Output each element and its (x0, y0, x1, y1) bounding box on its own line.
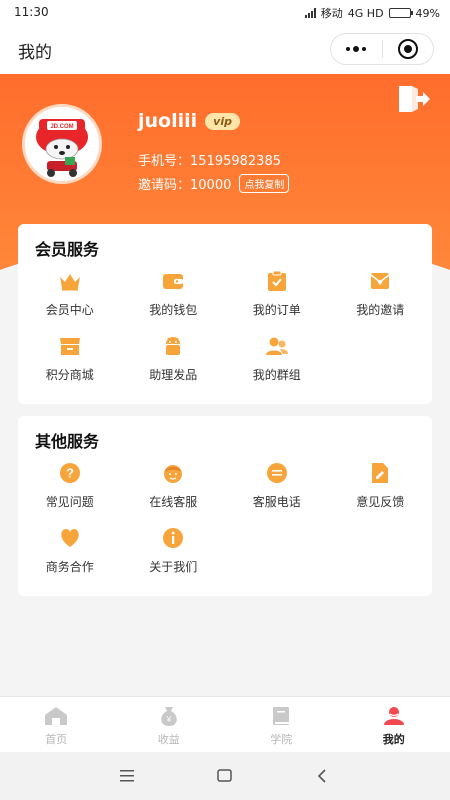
other-services-card: 其他服务 ? 常见问题 在线客服 客服电话 意见反馈 商务合作 关于我们 (18, 416, 432, 596)
jd-mascot-avatar-icon: JD.COM (25, 107, 99, 181)
phone-number: 手机号：15195982385 (138, 154, 281, 169)
system-nav-bar (0, 752, 450, 800)
member-center-item[interactable]: 会员中心 (18, 269, 122, 318)
phone-support-item[interactable]: 客服电话 (225, 461, 329, 510)
about-us-item[interactable]: 关于我们 (122, 526, 226, 575)
svg-text:?: ? (66, 466, 74, 481)
logout-icon (399, 86, 430, 112)
item-label: 常见问题 (45, 495, 94, 509)
back-chevron-icon (317, 769, 326, 783)
recent-apps-button[interactable] (113, 761, 143, 791)
vip-badge: vip (205, 112, 240, 130)
assistant-publish-item[interactable]: 助理发品 (122, 334, 226, 383)
svg-text:¥: ¥ (166, 715, 172, 724)
item-label: 我的订单 (252, 303, 301, 317)
business-cooperation-item[interactable]: 商务合作 (18, 526, 122, 575)
logout-button[interactable] (396, 84, 430, 114)
other-services-grid: ? 常见问题 在线客服 客服电话 意见反馈 商务合作 关于我们 (18, 461, 432, 575)
avatar[interactable]: JD.COM (22, 104, 102, 184)
question-icon: ? (58, 461, 82, 485)
item-label: 助理发品 (149, 368, 198, 382)
item-label: 我的邀请 (356, 303, 405, 317)
battery-icon (388, 8, 413, 18)
wallet-icon (161, 269, 185, 293)
status-bar: 11:30 移动 4G HD 49% (0, 0, 450, 24)
home-icon (45, 707, 68, 725)
battery-label: 49% (415, 6, 440, 20)
miniprogram-capsule (330, 33, 434, 65)
item-label: 客服电话 (252, 495, 301, 509)
my-groups-item[interactable]: 我的群组 (225, 334, 329, 383)
tab-label: 首页 (45, 733, 68, 746)
tab-label: 收益 (157, 733, 180, 746)
more-dots-icon (346, 46, 367, 52)
bottom-tab-bar: 首页 ¥ 收益 学院 我的 (0, 696, 450, 752)
tab-label: 学院 (270, 733, 293, 746)
status-right: 移动 4G HD 49% (304, 5, 440, 21)
online-support-item[interactable]: 在线客服 (122, 461, 226, 510)
orders-item[interactable]: 我的订单 (225, 269, 329, 318)
title-bar: 我的 (0, 24, 450, 74)
support-face-icon (161, 461, 185, 485)
book-icon (273, 707, 290, 725)
carrier-label: 移动 (320, 7, 343, 20)
page-title: 我的 (18, 43, 52, 63)
store-icon (58, 334, 82, 358)
square-icon (217, 769, 232, 782)
signal-icon (304, 8, 316, 18)
feedback-item[interactable]: 意见反馈 (329, 461, 433, 510)
order-icon (265, 269, 289, 293)
tab-label: 我的 (382, 733, 405, 746)
menu-lines-icon (120, 770, 135, 782)
back-system-button[interactable] (307, 761, 337, 791)
heart-icon (58, 526, 82, 550)
user-icon (383, 707, 404, 725)
close-miniprogram-button[interactable] (383, 34, 434, 64)
member-services-card: 会员服务 会员中心 我的钱包 我的订单 我的邀请 积分商城 助理发品 我的群组 (18, 224, 432, 404)
item-label: 在线客服 (149, 495, 198, 509)
target-icon (397, 39, 418, 59)
item-label: 积分商城 (45, 368, 94, 382)
wallet-item[interactable]: 我的钱包 (122, 269, 226, 318)
invite-mail-icon (368, 269, 392, 293)
tab-home[interactable]: 首页 (0, 697, 113, 752)
tab-earnings[interactable]: ¥ 收益 (113, 697, 226, 752)
tab-academy[interactable]: 学院 (225, 697, 338, 752)
item-label: 我的钱包 (149, 303, 198, 317)
item-label: 会员中心 (45, 303, 94, 317)
network-label: 4G HD (347, 6, 384, 20)
username: juoliii (138, 110, 198, 132)
money-bag-icon: ¥ (160, 707, 177, 726)
info-icon (161, 526, 185, 550)
points-store-item[interactable]: 积分商城 (18, 334, 122, 383)
username-row: juoliii vip (138, 110, 240, 132)
home-system-button[interactable] (210, 761, 240, 791)
member-services-title: 会员服务 (35, 240, 100, 259)
item-label: 我的群组 (252, 368, 301, 382)
item-label: 意见反馈 (356, 495, 405, 509)
avatar-logo-text: JD.COM (50, 124, 73, 130)
other-services-title: 其他服务 (35, 432, 100, 451)
more-button[interactable] (331, 34, 382, 64)
copy-invite-button[interactable]: 点我复制 (239, 174, 290, 193)
chat-bubble-icon (265, 461, 289, 485)
member-services-grid: 会员中心 我的钱包 我的订单 我的邀请 积分商城 助理发品 我的群组 (18, 269, 432, 383)
status-time: 11:30 (14, 5, 49, 19)
faq-item[interactable]: ? 常见问题 (18, 461, 122, 510)
invite-code: 邀请码：10000 (138, 178, 232, 193)
feedback-icon (368, 461, 392, 485)
tab-mine[interactable]: 我的 (338, 697, 450, 752)
invite-code-row: 邀请码：10000 点我复制 (138, 174, 290, 193)
item-label: 商务合作 (45, 560, 94, 574)
group-icon (265, 334, 289, 358)
item-label: 关于我们 (149, 560, 198, 574)
crown-icon (58, 269, 82, 293)
robot-icon (161, 334, 185, 358)
invitations-item[interactable]: 我的邀请 (329, 269, 433, 318)
